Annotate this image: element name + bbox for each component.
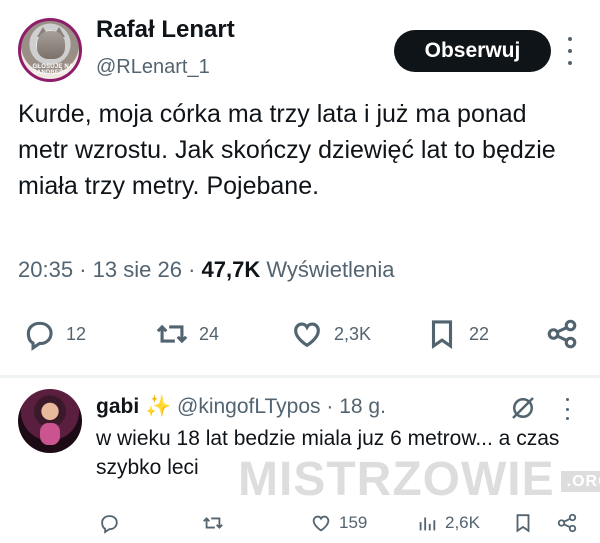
reply-actions: 159 2,6K [0, 508, 600, 538]
tweet-meta: 20:35 · 13 sie 26 · 47,7K Wyświetlenia [18, 257, 395, 283]
meta-separator: · [79, 257, 93, 282]
reply-author-name[interactable]: gabi [96, 395, 139, 418]
bookmark-icon [431, 320, 453, 350]
like-count: 2,3K [334, 323, 372, 344]
more-options-icon[interactable] [558, 37, 582, 65]
watermark: MISTRZOWIE.ORG [238, 452, 600, 507]
meta-separator: · [188, 257, 202, 282]
bookmark-count: 22 [469, 323, 490, 344]
avatar-ring-text: GŁOSUJĘ NA ZANDBERGA [32, 64, 74, 76]
like-button[interactable]: 2,3K [290, 312, 371, 356]
avatar-figure [40, 423, 60, 445]
reply-icon [101, 515, 118, 534]
views-icon [419, 517, 436, 531]
reply-bookmark-button[interactable] [512, 508, 534, 538]
main-tweet: GŁOSUJĘ NA ZANDBERGA Rafał Lenart @RLena… [0, 0, 600, 375]
share-icon [547, 319, 577, 349]
reply-repost-button[interactable] [202, 508, 224, 538]
repost-icon [203, 517, 223, 529]
views-count: 47,7K [201, 257, 261, 282]
watermark-suffix: .ORG [560, 471, 600, 493]
follow-button[interactable]: Obserwuj [394, 30, 551, 72]
reply-icon [26, 321, 53, 351]
share-icon [557, 513, 577, 533]
reply-count: 12 [66, 323, 87, 344]
tweet-time[interactable]: 20:35 [18, 257, 73, 282]
reply-reply-button[interactable] [98, 508, 120, 538]
share-button[interactable] [545, 312, 579, 356]
reply-author-handle[interactable]: @kingofLTypos [177, 395, 321, 418]
author-handle[interactable]: @RLenart_1 [96, 56, 210, 79]
reply-author-avatar[interactable] [18, 389, 82, 453]
views-label: Wyświetlenia [266, 257, 395, 282]
tweet-actions: 12 24 2,3K 22 [0, 312, 600, 356]
heart-icon [312, 515, 330, 532]
reply-like-button[interactable]: 159 [310, 508, 367, 538]
reply-views-count: 2,6K [445, 513, 480, 532]
reply-share-button[interactable] [556, 508, 578, 538]
reply-views-button[interactable]: 2,6K [416, 508, 480, 538]
bookmark-icon [516, 514, 530, 533]
tweet-text: Kurde, moja córka ma trzy lata i już ma … [18, 100, 556, 200]
sparkles-icon: ✨ [145, 395, 172, 418]
reply-more-options-icon[interactable] [562, 398, 572, 420]
heart-icon [294, 322, 320, 348]
repost-count: 24 [199, 323, 220, 344]
cat-face [37, 31, 65, 59]
reply-like-count: 159 [339, 513, 368, 532]
meta-separator: · [326, 395, 340, 418]
reply-age[interactable]: 18 g. [339, 395, 386, 418]
repost-button[interactable]: 24 [155, 312, 219, 356]
author-avatar[interactable]: GŁOSUJĘ NA ZANDBERGA [18, 18, 82, 82]
reply-button[interactable]: 12 [22, 312, 86, 356]
repost-icon [156, 324, 188, 344]
bookmark-button[interactable]: 22 [425, 312, 489, 356]
reply-header: gabi ✨ @kingofLTypos · 18 g. [96, 395, 386, 419]
author-name[interactable]: Rafał Lenart [96, 16, 235, 44]
tweet-date[interactable]: 13 sie 26 [93, 257, 182, 282]
grok-icon[interactable] [508, 393, 538, 423]
watermark-text: MISTRZOWIE [238, 453, 555, 506]
